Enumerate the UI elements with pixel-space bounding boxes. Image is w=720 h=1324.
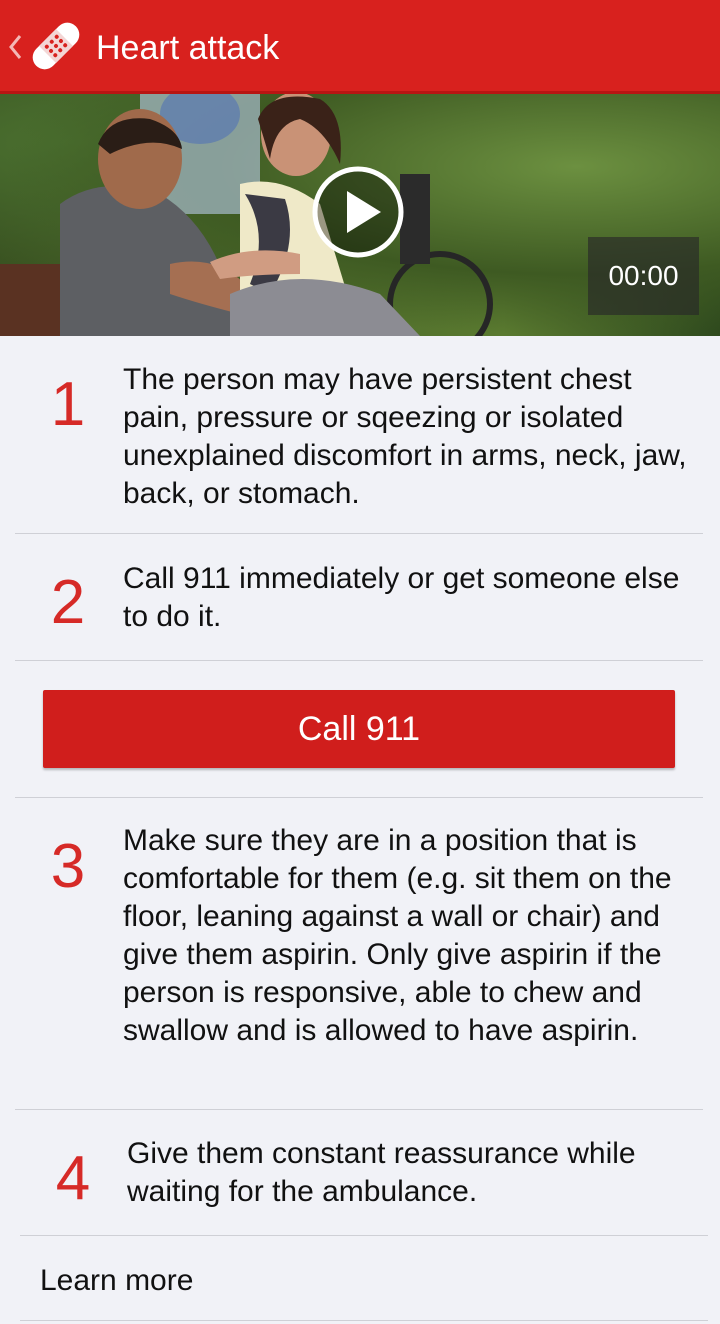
video-player[interactable]: 00:00 xyxy=(0,94,720,336)
learn-more-label: Learn more xyxy=(40,1264,194,1297)
video-time: 00:00 xyxy=(608,260,679,291)
step-number: 4 xyxy=(55,1144,91,1213)
call-911-button[interactable]: Call 911 xyxy=(43,690,675,768)
chevron-left-icon[interactable] xyxy=(6,28,24,66)
play-icon[interactable] xyxy=(311,165,405,259)
step-number: 1 xyxy=(50,370,86,439)
learn-more-link[interactable]: Learn more xyxy=(20,1236,708,1321)
step-item: 3 Make sure they are in a position that … xyxy=(15,798,703,1110)
video-time-box: 00:00 xyxy=(588,237,699,315)
app-header: Heart attack xyxy=(0,0,720,94)
step-item: 4 Give them constant reassurance while w… xyxy=(20,1110,708,1236)
bandage-icon xyxy=(32,22,80,70)
step-text: Give them constant reassurance while wai… xyxy=(127,1137,636,1208)
step-text: The person may have persistent chest pai… xyxy=(123,363,687,510)
step-text: Make sure they are in a position that is… xyxy=(123,824,672,1047)
step-item: 2 Call 911 immediately or get someone el… xyxy=(15,534,703,661)
page-title: Heart attack xyxy=(96,29,280,67)
step-number: 2 xyxy=(50,568,86,637)
step-text: Call 911 immediately or get someone else… xyxy=(123,562,680,633)
step-number: 3 xyxy=(50,832,86,901)
step-item: 1 The person may have persistent chest p… xyxy=(15,336,703,534)
